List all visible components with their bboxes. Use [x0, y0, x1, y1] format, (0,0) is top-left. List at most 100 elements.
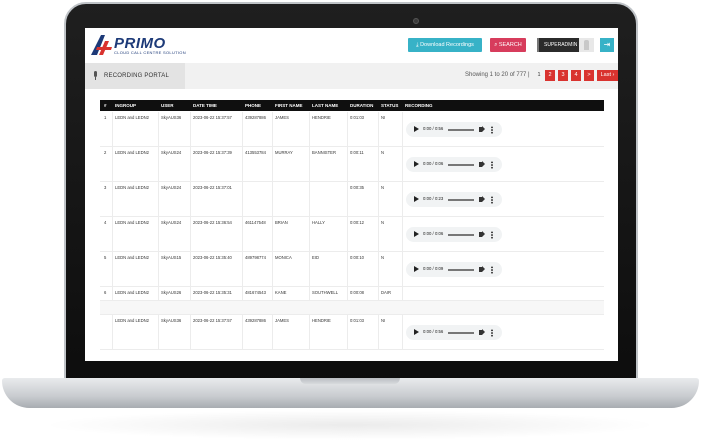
column-divider	[272, 315, 273, 350]
column-divider	[402, 112, 403, 147]
user-name: SUPERADMIN	[544, 42, 578, 48]
camera-icon	[413, 18, 419, 24]
cell-status: NI	[381, 115, 386, 120]
cell-datetime: 2023-06-22 15:35:40	[193, 255, 232, 260]
play-icon[interactable]	[414, 266, 419, 272]
volume-icon[interactable]	[479, 126, 485, 132]
cell-status: N	[381, 255, 385, 260]
column-divider	[242, 182, 243, 217]
more-options-icon[interactable]	[491, 161, 493, 169]
cell-datetime: 2023-06-22 15:35:31	[193, 290, 232, 295]
app-screen: PRIMO CLOUD CALL CENTRE SOLUTION ⤓ Downl…	[85, 28, 618, 361]
cell-ingroup: LEDN and LEDN2	[115, 318, 149, 323]
cell-duration: 0:00:35	[350, 185, 364, 190]
progress-slider[interactable]	[448, 269, 474, 271]
volume-icon[interactable]	[479, 196, 485, 202]
cell-ingroup: LEDN and LEDN2	[115, 290, 149, 295]
page-last[interactable]: Last ›	[597, 70, 618, 81]
column-divider	[158, 287, 159, 301]
more-options-icon[interactable]	[491, 266, 493, 274]
play-icon[interactable]	[414, 329, 419, 335]
column-divider	[112, 287, 113, 301]
cell-status: N	[381, 185, 385, 190]
logout-icon[interactable]: ⇥	[600, 38, 614, 52]
column-divider	[378, 182, 379, 217]
audio-player[interactable]: 0:00 / 0:06	[406, 227, 502, 242]
more-options-icon[interactable]	[491, 196, 493, 204]
table-row: 5 LEDN and LEDN2 SkyAUS15 2023-06-22 15:35:…	[100, 252, 604, 287]
column-divider	[190, 287, 191, 301]
table-row: 2 LEDN and LEDN2 SkyAUS24 2023-06-22 15:37:…	[100, 147, 604, 182]
column-divider	[309, 182, 310, 217]
progress-slider[interactable]	[448, 332, 474, 334]
column-divider	[347, 287, 348, 301]
progress-slider[interactable]	[448, 129, 474, 131]
column-divider	[242, 112, 243, 147]
laptop-notch	[300, 378, 400, 384]
cell-last-name: BANNISTER	[312, 150, 336, 155]
audio-player[interactable]: 0:00 / 0:06	[406, 157, 502, 172]
column-divider	[272, 252, 273, 287]
column-divider	[158, 252, 159, 287]
page-4[interactable]: 4	[571, 70, 581, 81]
search-button[interactable]: ⌕ SEARCH	[490, 38, 526, 52]
page-next[interactable]: >	[584, 70, 594, 81]
cell-last-name: HALLY	[312, 220, 325, 225]
volume-icon[interactable]	[479, 266, 485, 272]
column-divider	[272, 147, 273, 182]
column-divider	[402, 252, 403, 287]
column-divider	[112, 252, 113, 287]
column-divider	[378, 315, 379, 350]
play-icon[interactable]	[414, 126, 419, 132]
page-1[interactable]: 1	[535, 70, 543, 81]
volume-icon[interactable]	[479, 231, 485, 237]
audio-player[interactable]: 0:00 / 0:23	[406, 192, 502, 207]
cell-first-name: MURRAY	[275, 150, 293, 155]
progress-slider[interactable]	[448, 199, 474, 201]
cell-number: 6	[104, 290, 107, 295]
play-icon[interactable]	[414, 231, 419, 237]
play-icon[interactable]	[414, 161, 419, 167]
col-user: USER	[161, 103, 174, 108]
col-first-name: FIRST NAME	[275, 103, 303, 108]
cell-number: 2	[104, 150, 107, 155]
audio-player[interactable]: 0:00 / 0:56	[406, 122, 502, 137]
table-row: 1 LEDN and LEDN2 SkyAUS36 2023-06-22 15:37:…	[100, 112, 604, 147]
page-3[interactable]: 3	[558, 70, 568, 81]
more-options-icon[interactable]	[491, 329, 493, 337]
column-divider	[309, 287, 310, 301]
column-divider	[242, 287, 243, 301]
column-divider	[112, 147, 113, 182]
laptop-shadow	[40, 410, 660, 440]
more-options-icon[interactable]	[491, 231, 493, 239]
column-divider	[378, 217, 379, 252]
progress-slider[interactable]	[448, 164, 474, 166]
page-2[interactable]: 2	[545, 70, 555, 81]
column-divider	[158, 315, 159, 350]
volume-icon[interactable]	[479, 329, 485, 335]
tab-recording-portal[interactable]: RECORDING PORTAL	[85, 63, 185, 89]
table-row: 3 LEDN and LEDN2 SkyAUS24 2023-06-22 15:37:…	[100, 182, 604, 217]
play-icon[interactable]	[414, 196, 419, 202]
more-options-icon[interactable]	[491, 126, 493, 134]
cell-number: 3	[104, 185, 107, 190]
column-divider	[402, 147, 403, 182]
brand-logo[interactable]: PRIMO CLOUD CALL CENTRE SOLUTION	[91, 35, 186, 57]
cell-number: 5	[104, 255, 107, 260]
column-divider	[158, 147, 159, 182]
cell-first-name: KANE	[275, 290, 287, 295]
column-divider	[347, 147, 348, 182]
column-divider	[347, 252, 348, 287]
volume-icon[interactable]	[479, 161, 485, 167]
column-divider	[112, 217, 113, 252]
cell-datetime: 2023-06-22 15:37:57	[193, 318, 232, 323]
download-recordings-button[interactable]: ⤓ Download Recordings	[408, 38, 482, 52]
cell-number: 1	[104, 115, 107, 120]
cell-user: SkyAUS26	[161, 290, 182, 295]
column-divider	[347, 315, 348, 350]
progress-slider[interactable]	[448, 234, 474, 236]
audio-player[interactable]: 0:00 / 0:56	[406, 325, 502, 340]
avatar[interactable]	[579, 38, 594, 52]
audio-player[interactable]: 0:00 / 0:09	[406, 262, 502, 277]
column-divider	[112, 112, 113, 147]
